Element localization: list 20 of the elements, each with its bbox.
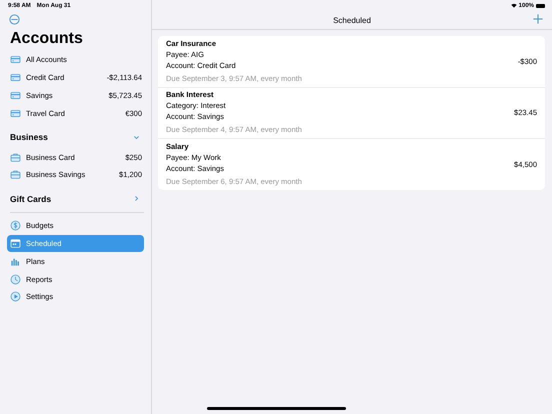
battery-icon — [536, 4, 545, 8]
section-header[interactable]: Gift Cards — [10, 194, 52, 204]
wifi-icon — [510, 3, 517, 8]
briefcase-icon — [10, 152, 21, 163]
nav-title: Scheduled — [333, 16, 371, 24]
minus-circle-icon[interactable] — [9, 14, 20, 25]
chevron-down-icon[interactable] — [133, 134, 140, 141]
section-header[interactable]: Business — [10, 132, 48, 142]
card-icon — [10, 54, 21, 66]
dollar-icon — [10, 220, 21, 232]
play-icon — [10, 291, 21, 302]
briefcase-icon — [10, 169, 21, 180]
calendar-icon — [10, 238, 21, 249]
card-icon — [10, 108, 21, 119]
clock-icon — [10, 274, 21, 285]
add-icon[interactable] — [533, 14, 543, 24]
card-icon — [10, 72, 21, 84]
sidebar-title: Accounts — [10, 30, 84, 48]
card-icon — [10, 90, 21, 101]
chevron-right-icon[interactable] — [133, 195, 140, 202]
